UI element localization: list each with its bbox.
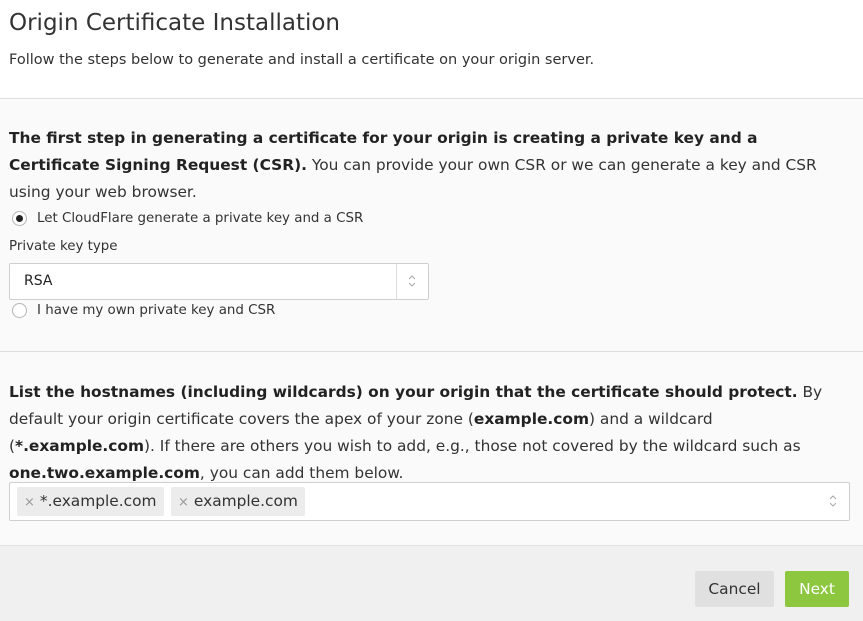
close-icon[interactable]: × [24, 495, 35, 510]
hostnames-section: List the hostnames (including wildcards)… [0, 351, 863, 546]
hostnames-input[interactable]: × *.example.com × example.com [9, 482, 850, 521]
apex-domain: example.com [473, 410, 589, 428]
close-icon[interactable]: × [178, 495, 189, 510]
private-key-type-label: Private key type [9, 239, 118, 254]
private-key-section: The first step in generating a certifica… [0, 98, 863, 352]
radio-selected-dot [16, 215, 23, 222]
hostname-tag: × example.com [171, 487, 305, 516]
example-subdomain: one.two.example.com [9, 464, 200, 482]
hostname-tag-label: example.com [193, 492, 298, 510]
generate-key-radio[interactable] [12, 211, 27, 226]
hostnames-description: List the hostnames (including wildcards)… [9, 379, 849, 487]
cancel-button[interactable]: Cancel [695, 571, 774, 607]
page-header: Origin Certificate Installation Follow t… [0, 0, 863, 98]
own-key-radio-label: I have my own private key and CSR [37, 303, 276, 318]
page-subtitle: Follow the steps below to generate and i… [9, 52, 595, 68]
hostname-tag: × *.example.com [17, 487, 164, 516]
own-key-radio[interactable] [12, 303, 27, 318]
wildcard-domain: *.example.com [15, 437, 145, 455]
hostname-tag-label: *.example.com [39, 492, 157, 510]
hostnames-text-3: ). If there are others you wish to add, … [144, 437, 801, 455]
select-divider [396, 264, 397, 299]
generate-key-radio-option[interactable]: Let CloudFlare generate a private key an… [12, 211, 363, 226]
private-key-description: The first step in generating a certifica… [9, 125, 849, 206]
up-down-chevron-icon [829, 493, 837, 509]
page-title: Origin Certificate Installation [9, 10, 340, 36]
hostnames-text-4: , you can add them below. [199, 464, 404, 482]
generate-key-radio-label: Let CloudFlare generate a private key an… [37, 211, 364, 226]
next-button[interactable]: Next [785, 571, 849, 607]
hostnames-description-bold: List the hostnames (including wildcards)… [9, 383, 798, 401]
private-key-type-value: RSA [24, 273, 53, 289]
private-key-type-select[interactable]: RSA [9, 263, 429, 300]
own-key-radio-option[interactable]: I have my own private key and CSR [12, 303, 275, 318]
modal-footer: Cancel Next [0, 545, 863, 621]
up-down-chevron-icon [408, 273, 416, 289]
